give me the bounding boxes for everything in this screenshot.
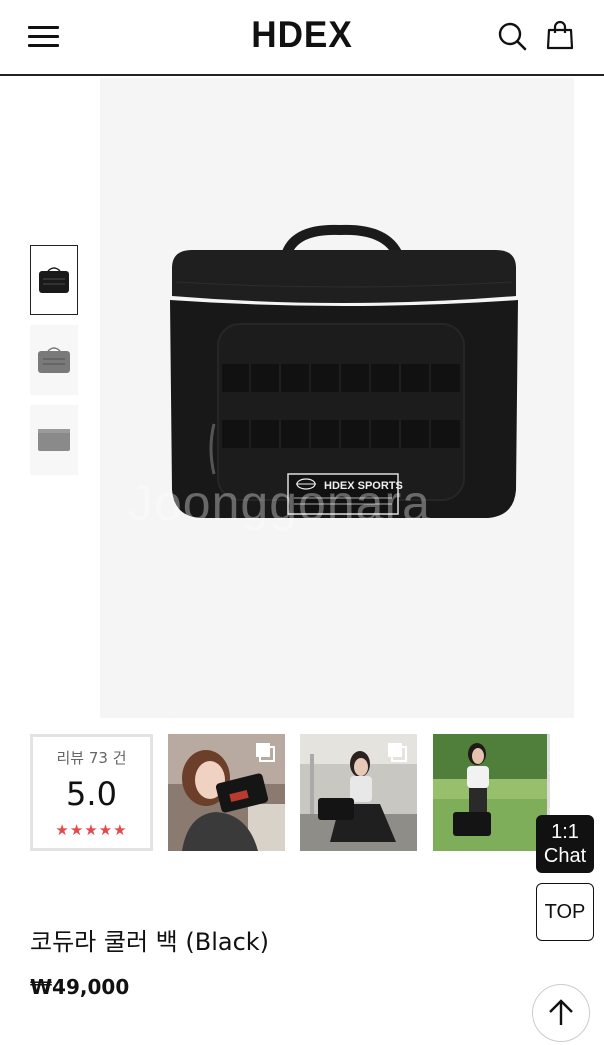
review-summary[interactable]: 리뷰 73 건 5.0 ★★★★★ — [30, 734, 153, 851]
thumbnail-black[interactable] — [30, 245, 78, 315]
thumbnail-gray-flat[interactable] — [30, 405, 78, 475]
review-score: 5.0 — [66, 775, 117, 813]
cooler-bag-illustration: HDEX SPORTS — [170, 224, 518, 518]
star-rating-icon: ★★★★★ — [55, 821, 128, 839]
thumbnail-gray[interactable] — [30, 325, 78, 395]
scroll-top-button[interactable]: TOP — [536, 883, 594, 941]
review-photo-2[interactable] — [300, 734, 417, 851]
chat-button-line2: Chat — [543, 845, 587, 867]
multiple-photos-icon — [255, 742, 275, 762]
arrow-up-icon[interactable] — [532, 984, 590, 1042]
product-name: 코듀라 쿨러 백 (Black) — [30, 928, 270, 956]
review-photo-3[interactable] — [433, 734, 550, 851]
review-photo-1[interactable] — [168, 734, 285, 851]
watermark: Joonggonara — [128, 475, 431, 531]
header: HDEX — [0, 0, 604, 76]
product-image: HDEX SPORTS Joonggonara — [100, 78, 574, 718]
product-price: ₩49,000 — [30, 975, 130, 999]
multiple-photos-icon — [387, 742, 407, 762]
chat-button-line1: 1:1 — [551, 821, 579, 843]
review-count: 리뷰 73 건 — [56, 749, 127, 767]
chat-button[interactable]: 1:1 Chat — [536, 815, 594, 873]
chevron-right-icon[interactable] — [548, 768, 564, 814]
search-icon[interactable] — [494, 18, 530, 54]
shopping-bag-icon[interactable] — [542, 18, 578, 54]
